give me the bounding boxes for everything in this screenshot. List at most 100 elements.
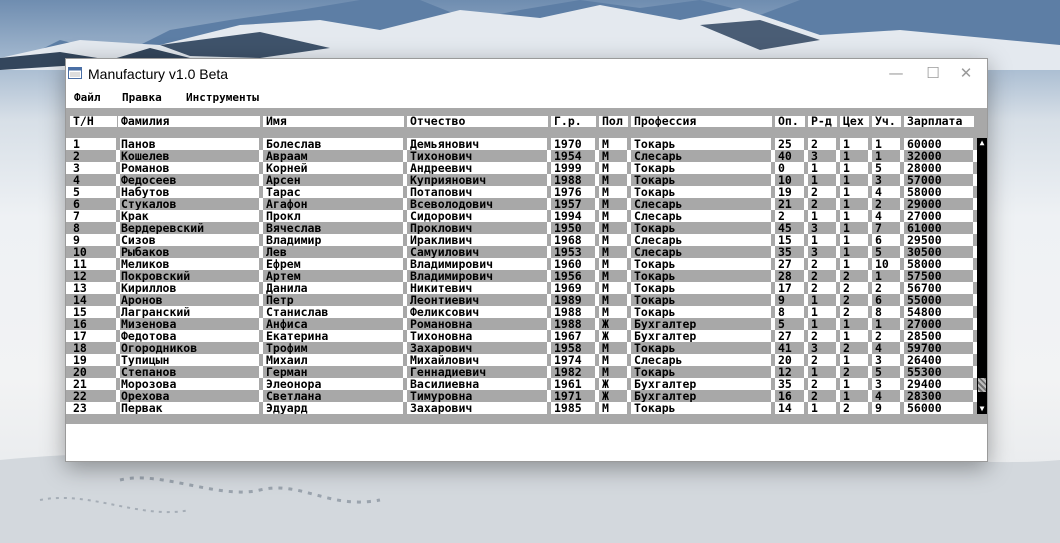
header-col-workshop[interactable]: Цех <box>840 116 869 127</box>
cell-col-tn: 13 <box>70 282 120 294</box>
cell-col-sex: М <box>599 234 631 246</box>
cell-col-name: Анфиса <box>263 318 407 330</box>
cell-col-birth-year: 1956 <box>551 270 599 282</box>
header-col-sex[interactable]: Пол <box>599 116 628 127</box>
cell-col-operations: 12 <box>775 366 808 378</box>
cell-col-patronymic: Владимирович <box>407 258 551 270</box>
table-row[interactable]: 22 Орехова Светлана Тимуровна 1971 Ж Бухгалтер… <box>66 390 977 402</box>
cell-col-sex: М <box>599 198 631 210</box>
cell-col-birth-year: 1988 <box>551 318 599 330</box>
table-row[interactable]: 16 Мизенова Анфиса Романовна 1988 Ж Бухгалтер 5… <box>66 318 977 330</box>
table-row[interactable]: 4 Федосеев Арсен Куприянович 1988 М Токарь 10 1 1… <box>66 174 977 186</box>
cell-col-birth-year: 1982 <box>551 366 599 378</box>
cell-col-profession: Токарь <box>631 342 775 354</box>
cell-col-workshop: 2 <box>840 282 872 294</box>
header-col-operations[interactable]: Оп. <box>775 116 805 127</box>
cell-col-workshop: 1 <box>840 258 872 270</box>
table-row[interactable]: 23 Первак Эдуард Захарович 1985 М Токарь 14 1 2 9 5… <box>66 402 977 414</box>
cell-col-salary: 58000 <box>904 186 977 198</box>
table-row[interactable]: 15 Лагранский Станислав Феликсович 1988 М Тока… <box>66 306 977 318</box>
table-row[interactable]: 18 Огородников Трофим Захарович 1958 М Токарь 4… <box>66 342 977 354</box>
cell-col-profession: Бухгалтер <box>631 330 775 342</box>
cell-col-surname: Степанов <box>118 366 263 378</box>
cell-col-profession: Токарь <box>631 138 775 150</box>
cell-col-patronymic: Захарович <box>407 342 551 354</box>
cell-col-sex: М <box>599 150 631 162</box>
table-row[interactable]: 13 Кириллов Данила Никитевич 1969 М Токарь 17 2 2… <box>66 282 977 294</box>
table-row[interactable]: 11 Меликов Ефрем Владимирович 1960 М Токарь 27 2… <box>66 258 977 270</box>
cell-col-sex: М <box>599 306 631 318</box>
table-row[interactable]: 17 Федотова Екатерина Тихоновна 1967 Ж Бухгалт… <box>66 330 977 342</box>
cell-col-profession: Слесарь <box>631 150 775 162</box>
minimize-button[interactable]: — <box>875 59 917 89</box>
cell-col-rank: 1 <box>808 306 840 318</box>
cell-col-tn: 15 <box>70 306 120 318</box>
table-row[interactable]: 19 Тупицын Михаил Михайлович 1974 М Слесарь 20 2… <box>66 354 977 366</box>
cell-col-section: 1 <box>872 150 904 162</box>
cell-col-salary: 61000 <box>904 222 977 234</box>
cell-col-surname: Лагранский <box>118 306 263 318</box>
header-col-profession[interactable]: Профессия <box>631 116 772 127</box>
cell-col-rank: 3 <box>808 222 840 234</box>
table-row[interactable]: 1 Панов Болеслав Демьянович 1970 М Токарь 25 2 1 1… <box>66 138 977 150</box>
cell-col-sex: М <box>599 342 631 354</box>
scroll-down-arrow-icon[interactable]: ▼ <box>977 404 987 414</box>
vertical-scrollbar[interactable]: ▲ ▼ <box>977 138 987 414</box>
cell-col-birth-year: 1988 <box>551 306 599 318</box>
cell-col-patronymic: Иракливич <box>407 234 551 246</box>
menu-edit[interactable]: Правка <box>122 91 162 104</box>
table-row[interactable]: 7 Крак Прокл Сидорович 1994 М Слесарь 2 1 1 4 27000 <box>66 210 977 222</box>
table-row[interactable]: 9 Сизов Владимир Иракливич 1968 М Слесарь 15 1 1 6… <box>66 234 977 246</box>
cell-col-sex: Ж <box>599 318 631 330</box>
cell-col-operations: 5 <box>775 318 808 330</box>
cell-col-salary: 28300 <box>904 390 977 402</box>
table-row[interactable]: 10 Рыбаков Лев Самуилович 1953 М Слесарь 35 3 1 5 3… <box>66 246 977 258</box>
cell-col-rank: 1 <box>808 210 840 222</box>
cell-col-salary: 28000 <box>904 162 977 174</box>
cell-col-operations: 40 <box>775 150 808 162</box>
header-col-tn[interactable]: Т/Н <box>70 116 117 127</box>
header-col-birth-year[interactable]: Г.р. <box>551 116 596 127</box>
header-col-patronymic[interactable]: Отчество <box>407 116 548 127</box>
cell-col-sex: М <box>599 294 631 306</box>
header-col-surname[interactable]: Фамилия <box>118 116 260 127</box>
table-row[interactable]: 6 Стукалов Агафон Всеволодович 1957 М Слесарь 2… <box>66 198 977 210</box>
menu-tools[interactable]: Инструменты <box>186 91 259 104</box>
cell-col-birth-year: 1954 <box>551 150 599 162</box>
cell-col-surname: Морозова <box>118 378 263 390</box>
cell-col-profession: Слесарь <box>631 234 775 246</box>
table-row[interactable]: 2 Кошелев Авраам Тихонович 1954 М Слесарь 40 3 1 1… <box>66 150 977 162</box>
table-row[interactable]: 20 Степанов Герман Геннадиевич 1982 М Токарь 12… <box>66 366 977 378</box>
cell-col-workshop: 1 <box>840 138 872 150</box>
header-col-section[interactable]: Уч. <box>872 116 901 127</box>
close-button[interactable]: ✕ <box>945 59 987 89</box>
header-col-salary[interactable]: Зарплата <box>904 116 974 127</box>
cell-col-sex: М <box>599 366 631 378</box>
header-col-rank[interactable]: Р-д <box>808 116 837 127</box>
status-area <box>66 424 987 461</box>
menu-file[interactable]: Файл <box>74 91 101 104</box>
table-row[interactable]: 3 Романов Корней Андреевич 1999 М Токарь 0 1 1 5 28… <box>66 162 977 174</box>
cell-col-section: 7 <box>872 222 904 234</box>
cell-col-rank: 1 <box>808 162 840 174</box>
app-window-icon <box>68 67 82 79</box>
cell-col-sex: М <box>599 402 631 414</box>
cell-col-surname: Рыбаков <box>118 246 263 258</box>
scroll-up-arrow-icon[interactable]: ▲ <box>977 138 987 148</box>
header-col-name[interactable]: Имя <box>263 116 404 127</box>
cell-col-operations: 45 <box>775 222 808 234</box>
table-row[interactable]: 8 Вердеревский Вячеслав Проклович 1950 М Токар… <box>66 222 977 234</box>
table-row[interactable]: 5 Набутов Тарас Потапович 1976 М Токарь 19 2 1 4 58… <box>66 186 977 198</box>
table-row[interactable]: 14 Аронов Петр Леонтиевич 1989 М Токарь 9 1 2 6 550… <box>66 294 977 306</box>
cell-col-patronymic: Леонтиевич <box>407 294 551 306</box>
cell-col-rank: 2 <box>808 270 840 282</box>
title-bar[interactable]: Manufactury v1.0 Beta — ☐ ✕ <box>66 59 987 89</box>
cell-col-name: Светлана <box>263 390 407 402</box>
cell-col-profession: Бухгалтер <box>631 390 775 402</box>
cell-col-salary: 55300 <box>904 366 977 378</box>
cell-col-birth-year: 1974 <box>551 354 599 366</box>
scrollbar-thumb[interactable] <box>978 377 986 392</box>
table-row[interactable]: 12 Покровский Артем Владимирович 1956 М Токарь… <box>66 270 977 282</box>
cell-col-tn: 12 <box>70 270 120 282</box>
table-row[interactable]: 21 Морозова Элеонора Василиевна 1961 Ж Бухгалт… <box>66 378 977 390</box>
